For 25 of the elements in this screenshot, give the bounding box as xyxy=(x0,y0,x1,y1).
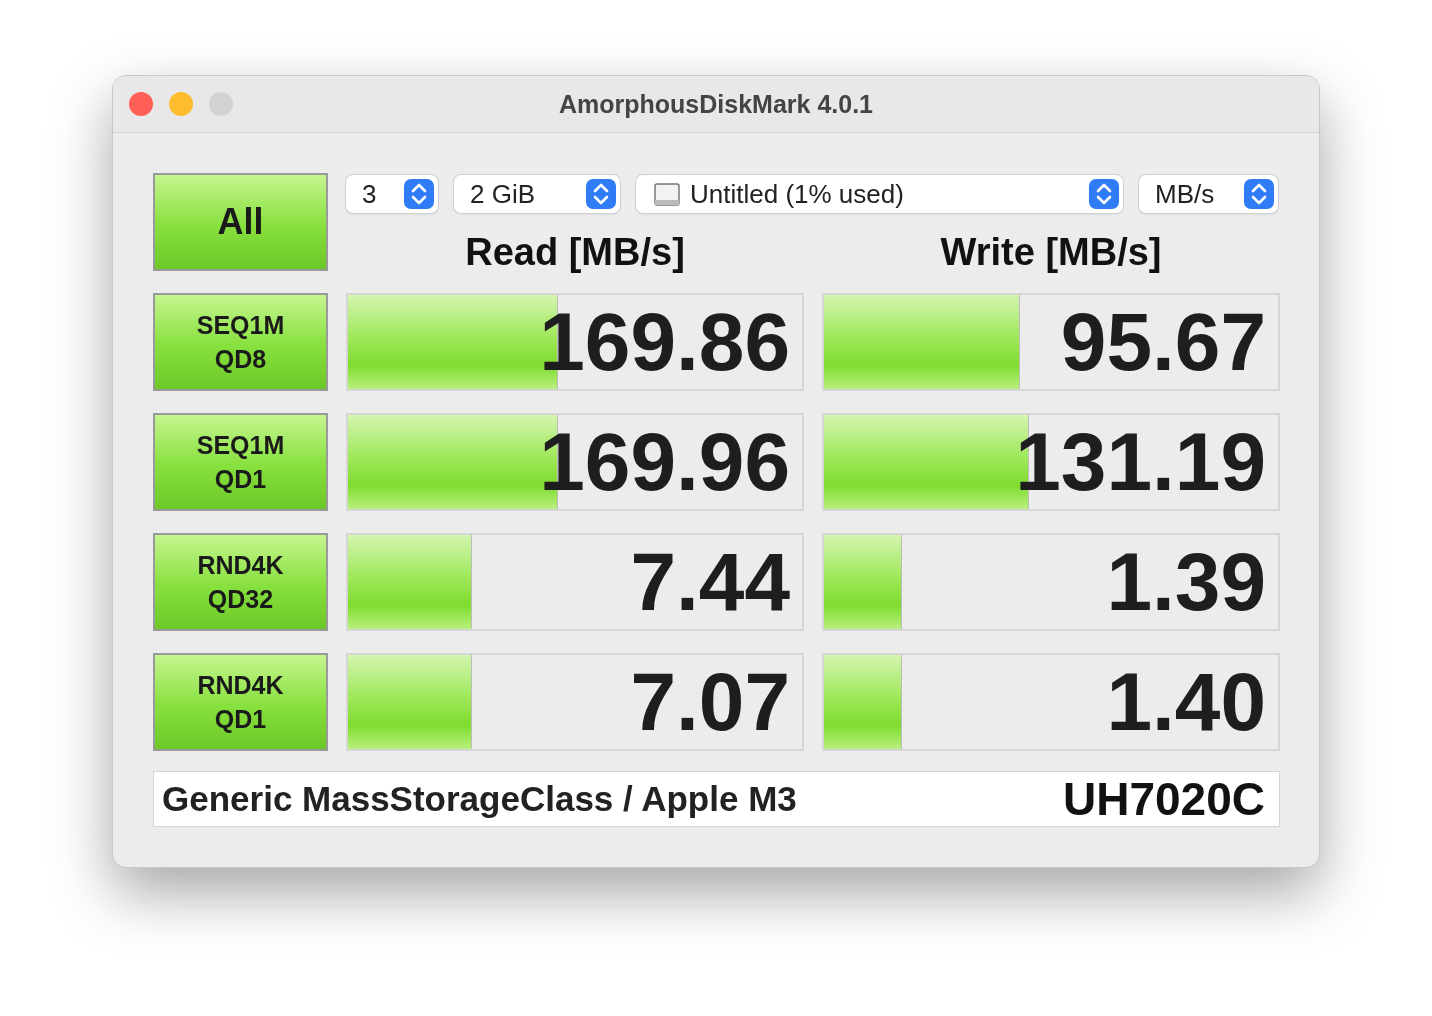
window-title: AmorphousDiskMark 4.0.1 xyxy=(559,89,873,118)
all-button[interactable]: All xyxy=(153,173,328,271)
test-button[interactable]: SEQ1M QD1 xyxy=(153,413,328,511)
drive-dropdown[interactable]: Untitled (1% used) xyxy=(636,175,1123,213)
count-dropdown[interactable]: 3 xyxy=(346,175,438,213)
stepper-icon xyxy=(1244,179,1274,209)
model-name: UH7020C xyxy=(1063,772,1265,826)
result-value: 1.39 xyxy=(1106,541,1266,623)
size-dropdown[interactable]: 2 GiB xyxy=(454,175,620,213)
minimize-button[interactable] xyxy=(169,92,193,116)
test-button[interactable]: RND4K QD32 xyxy=(153,533,328,631)
stepper-icon xyxy=(404,179,434,209)
result-value: 7.44 xyxy=(630,541,790,623)
stepper-icon xyxy=(586,179,616,209)
result-value: 1.40 xyxy=(1106,661,1266,743)
stepper-icon xyxy=(1089,179,1119,209)
test-button[interactable]: RND4K QD1 xyxy=(153,653,328,751)
test-button[interactable]: SEQ1M QD8 xyxy=(153,293,328,391)
column-header: Read [MB/s] xyxy=(464,231,686,274)
result-value: 7.07 xyxy=(630,661,790,743)
result-value: 95.67 xyxy=(1060,301,1266,383)
close-button[interactable] xyxy=(129,92,153,116)
column-header: Write [MB/s] xyxy=(939,231,1163,274)
device-name: Generic MassStorageClass / Apple M3 xyxy=(162,779,797,819)
unit-dropdown[interactable]: MB/s xyxy=(1139,175,1278,213)
